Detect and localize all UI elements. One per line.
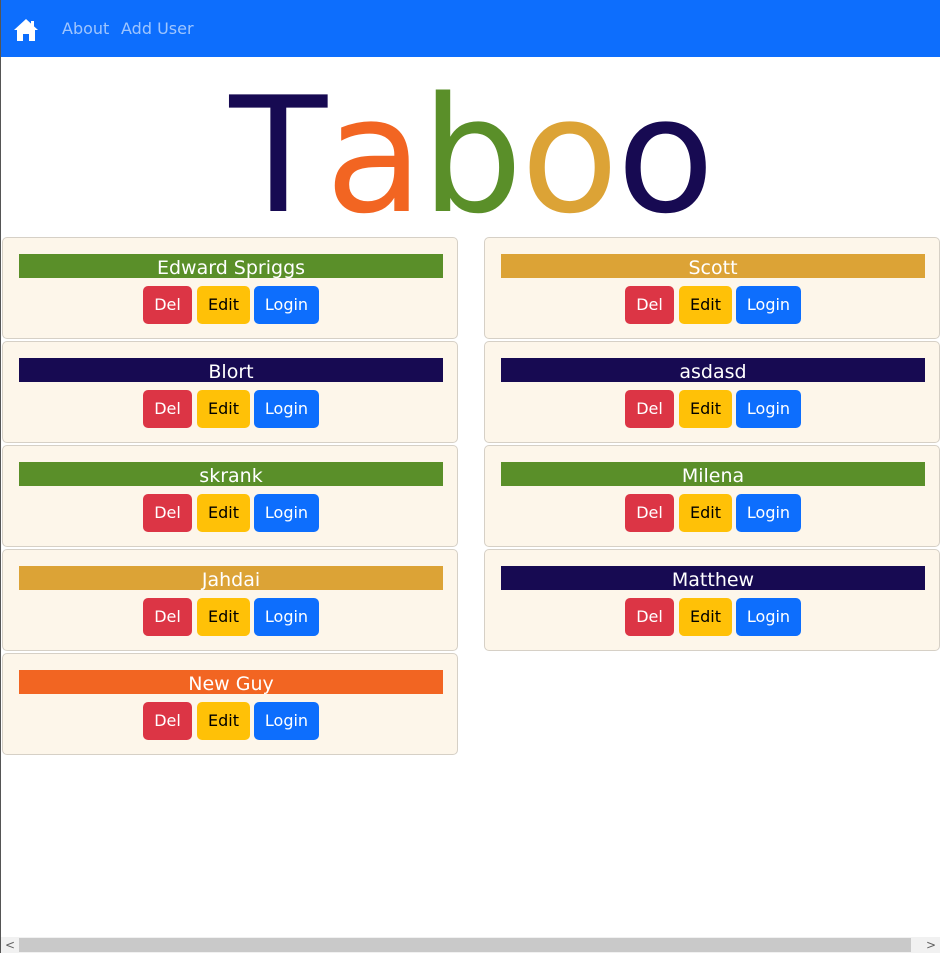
page: About Add User Taboo Edward Spriggs Del … (0, 0, 940, 953)
delete-button[interactable]: Del (143, 494, 192, 532)
horizontal-scrollbar[interactable]: < > (1, 937, 940, 953)
user-name: New Guy (19, 670, 443, 694)
navbar: About Add User (1, 0, 940, 57)
login-button[interactable]: Login (736, 598, 801, 636)
delete-button[interactable]: Del (143, 286, 192, 324)
delete-button[interactable]: Del (625, 286, 674, 324)
user-name: Matthew (501, 566, 925, 590)
user-card: New Guy Del Edit Login (2, 653, 458, 755)
login-button[interactable]: Login (736, 286, 801, 324)
edit-button[interactable]: Edit (197, 286, 250, 324)
title-letter-a: a (325, 62, 423, 249)
delete-button[interactable]: Del (625, 390, 674, 428)
title-letter-o1: o (520, 62, 619, 249)
home-link[interactable] (13, 18, 39, 42)
login-button[interactable]: Login (254, 702, 319, 740)
delete-button[interactable]: Del (143, 598, 192, 636)
user-name: Jahdai (19, 566, 443, 590)
edit-button[interactable]: Edit (679, 286, 732, 324)
title-letter-o2: o (616, 62, 715, 249)
nav-link-about[interactable]: About (62, 19, 109, 38)
edit-button[interactable]: Edit (197, 494, 250, 532)
login-button[interactable]: Login (254, 390, 319, 428)
login-button[interactable]: Login (736, 390, 801, 428)
delete-button[interactable]: Del (625, 494, 674, 532)
user-name: Scott (501, 254, 925, 278)
delete-button[interactable]: Del (143, 702, 192, 740)
login-button[interactable]: Login (736, 494, 801, 532)
user-card: Scott Del Edit Login (484, 237, 940, 339)
edit-button[interactable]: Edit (197, 702, 250, 740)
user-name: asdasd (501, 358, 925, 382)
scroll-left-arrow[interactable]: < (2, 937, 18, 953)
login-button[interactable]: Login (254, 286, 319, 324)
edit-button[interactable]: Edit (679, 598, 732, 636)
user-card: Blort Del Edit Login (2, 341, 458, 443)
user-card: Jahdai Del Edit Login (2, 549, 458, 651)
scrollbar-thumb[interactable] (19, 938, 911, 952)
title-letter-b: b (421, 62, 523, 249)
nav-link-add-user[interactable]: Add User (121, 19, 194, 38)
edit-button[interactable]: Edit (679, 494, 732, 532)
edit-button[interactable]: Edit (197, 598, 250, 636)
user-card: Edward Spriggs Del Edit Login (2, 237, 458, 339)
user-card: skrank Del Edit Login (2, 445, 458, 547)
edit-button[interactable]: Edit (197, 390, 250, 428)
user-name: Edward Spriggs (19, 254, 443, 278)
user-card: asdasd Del Edit Login (484, 341, 940, 443)
edit-button[interactable]: Edit (679, 390, 732, 428)
page-title: Taboo (1, 66, 940, 246)
title-letter-t: T (229, 62, 327, 249)
user-name: skrank (19, 462, 443, 486)
login-button[interactable]: Login (254, 598, 319, 636)
home-icon (14, 19, 38, 41)
delete-button[interactable]: Del (143, 390, 192, 428)
user-card: Matthew Del Edit Login (484, 549, 940, 651)
user-name: Milena (501, 462, 925, 486)
user-name: Blort (19, 358, 443, 382)
user-card: Milena Del Edit Login (484, 445, 940, 547)
scroll-right-arrow[interactable]: > (923, 937, 939, 953)
delete-button[interactable]: Del (625, 598, 674, 636)
login-button[interactable]: Login (254, 494, 319, 532)
